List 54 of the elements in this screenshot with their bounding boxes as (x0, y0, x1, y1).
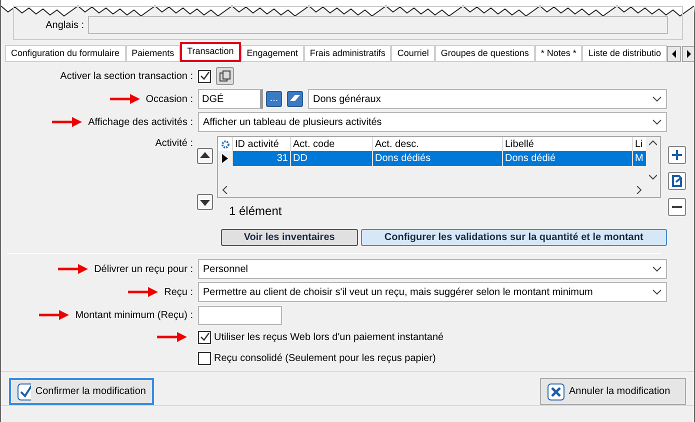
remove-icon[interactable] (668, 198, 686, 216)
chevron-down-icon[interactable] (652, 96, 662, 102)
browse-button[interactable]: ... (266, 91, 282, 107)
chevron-right-icon[interactable] (636, 186, 642, 194)
field-label: Activer la section transaction : (60, 70, 193, 84)
chevron-up-icon[interactable] (649, 140, 657, 146)
field-label: Occasion : (146, 92, 193, 106)
action-button[interactable]: Voir les inventaires (221, 229, 358, 246)
dropdown[interactable]: Permettre au client de choisir s'il veut un reçu, mais suggérer selon le montant minimum (198, 282, 667, 302)
tab[interactable]: Groupes de questions (434, 45, 535, 62)
close-icon (547, 382, 565, 400)
chevron-left-icon[interactable] (222, 186, 228, 194)
chevron-down-icon[interactable] (649, 174, 657, 180)
field-label: Activité : (155, 136, 193, 150)
checkbox[interactable] (198, 352, 211, 364)
eraser-icon[interactable] (287, 91, 303, 107)
tab[interactable]: Liste de distributio (582, 45, 667, 62)
check-icon (17, 382, 32, 400)
dropdown[interactable]: Afficher un tableau de plusieurs activités (198, 112, 667, 132)
dropdown[interactable]: Dons généraux (308, 89, 667, 109)
chevron-down-icon[interactable] (652, 266, 662, 272)
input-field[interactable] (198, 306, 282, 324)
tab[interactable]: * Notes * (534, 45, 582, 62)
action-button[interactable]: Configurer les validations sur la quantité et le montant (360, 229, 667, 246)
copy-icon[interactable] (216, 67, 234, 85)
chevron-down-icon[interactable] (652, 289, 662, 295)
tab[interactable]: Courriel (391, 45, 435, 62)
field-label: Reçu : (164, 286, 193, 300)
tab[interactable]: Configuration du formulaire (5, 45, 126, 62)
input-field[interactable] (88, 16, 668, 34)
vertical-scrollbar[interactable] (646, 137, 660, 183)
field-label: Affichage des activités : (88, 116, 193, 130)
tab[interactable]: Transaction (180, 42, 241, 62)
input-field[interactable]: DGÉ (198, 89, 263, 109)
item-count: 1 élément (229, 203, 282, 220)
checkbox-label: Reçu consolidé (Seulement pour les reçus papier) (214, 352, 436, 366)
checkbox[interactable] (198, 70, 211, 82)
confirm-button[interactable]: Confirmer la modification (9, 378, 154, 405)
add-icon[interactable] (668, 146, 686, 164)
field-label: Délivrer un reçu pour : (94, 262, 193, 276)
tab[interactable]: Paiements (126, 45, 180, 62)
cancel-button[interactable]: Annuler la modification (540, 378, 686, 405)
table-row[interactable]: 31 DD Dons dédiés Dons dédié M (218, 151, 646, 166)
dropdown[interactable]: Personnel (198, 259, 667, 279)
field-label: Montant minimum (Reçu) : (75, 308, 193, 322)
move-down-icon[interactable] (197, 194, 213, 210)
tab[interactable]: Frais administratifs (304, 45, 392, 62)
checkbox[interactable] (198, 330, 211, 344)
chevron-down-icon[interactable] (652, 119, 662, 125)
tab[interactable]: Engagement (240, 45, 304, 62)
move-up-icon[interactable] (197, 148, 213, 164)
checkbox-label: Utiliser les reçus Web lors d'un paiement instantané (214, 330, 444, 344)
field-label: Anglais : (44, 18, 84, 32)
edit-icon[interactable] (668, 172, 686, 190)
